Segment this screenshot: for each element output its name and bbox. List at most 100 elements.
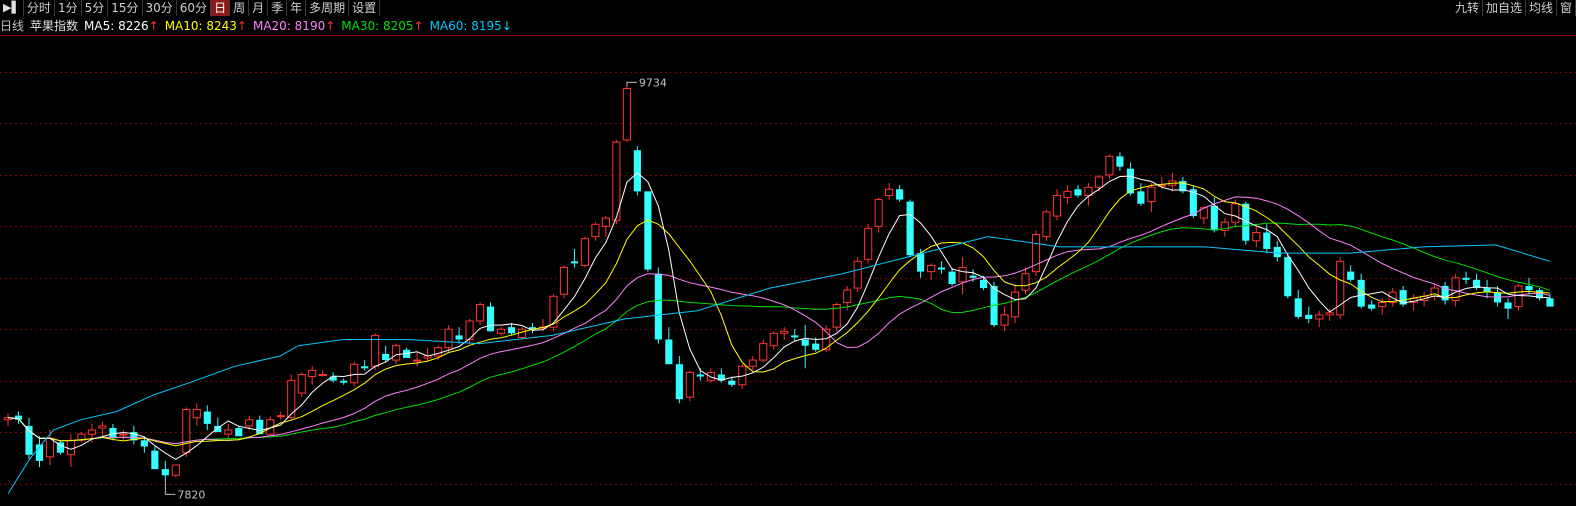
- candle: [3, 413, 13, 426]
- candle: [622, 86, 631, 142]
- candle: [1430, 283, 1439, 301]
- candle: [45, 430, 55, 466]
- candle-body: [340, 380, 348, 383]
- candle-body: [1074, 189, 1082, 196]
- candle-body: [885, 188, 894, 196]
- candle: [77, 432, 86, 443]
- candle-body: [66, 439, 76, 456]
- candle: [528, 323, 537, 334]
- ma30-line: [7, 222, 1551, 445]
- candle: [318, 370, 327, 377]
- candle: [685, 370, 694, 402]
- candle-body: [1231, 203, 1240, 223]
- candle: [465, 318, 474, 344]
- candle-body: [896, 189, 904, 200]
- candle: [308, 366, 317, 385]
- candle-body: [1052, 194, 1062, 217]
- candle: [1168, 172, 1177, 192]
- candle-body: [1273, 246, 1281, 258]
- candle: [203, 405, 211, 431]
- candle: [1546, 294, 1554, 307]
- candle: [633, 146, 641, 196]
- candle-body: [580, 238, 590, 266]
- candle-body: [161, 469, 169, 476]
- candle: [1347, 265, 1355, 282]
- candle-body: [644, 191, 652, 270]
- candle: [864, 224, 873, 264]
- candle: [1441, 281, 1449, 305]
- candle-body: [413, 359, 422, 362]
- candle: [1031, 230, 1041, 276]
- candle: [1483, 279, 1491, 299]
- candle-body: [276, 415, 285, 418]
- candle: [1179, 176, 1187, 194]
- candle: [507, 323, 516, 336]
- candle: [958, 257, 967, 295]
- candle: [1021, 267, 1030, 295]
- candle: [601, 216, 610, 237]
- candle: [1105, 154, 1114, 180]
- candle-body: [780, 330, 789, 334]
- candle-body: [455, 335, 463, 340]
- candle: [161, 460, 169, 480]
- candle-body: [151, 450, 159, 470]
- candle: [66, 434, 76, 468]
- candle-body: [622, 87, 631, 141]
- candle: [475, 302, 485, 326]
- candle: [382, 345, 390, 363]
- candle-body: [801, 339, 809, 346]
- candle: [171, 464, 180, 478]
- candle-body: [591, 223, 600, 238]
- candle: [98, 421, 107, 437]
- candle: [1116, 152, 1124, 171]
- candle-body: [979, 279, 988, 289]
- candle-body: [1347, 271, 1355, 280]
- candle-body: [759, 343, 768, 361]
- candle: [885, 183, 894, 200]
- candlestick-chart[interactable]: 9734 7820: [0, 0, 1576, 506]
- candle: [644, 191, 652, 272]
- candle: [1147, 183, 1156, 212]
- candle: [938, 261, 946, 274]
- candle-body: [1514, 285, 1523, 308]
- ma20-line: [7, 196, 1551, 445]
- candle-body: [297, 373, 306, 394]
- candle-body: [224, 429, 233, 435]
- candle-body: [486, 306, 495, 332]
- candle: [675, 355, 683, 404]
- candle: [297, 372, 306, 398]
- candle: [1252, 226, 1261, 247]
- candle: [192, 403, 201, 426]
- candle-body: [812, 343, 820, 350]
- high-marker: [626, 81, 637, 87]
- candle-body: [361, 366, 369, 369]
- candle-body: [182, 408, 191, 454]
- candle-body: [906, 201, 914, 256]
- candle-body: [444, 328, 453, 349]
- candle: [1052, 189, 1062, 221]
- candle: [1514, 283, 1523, 311]
- candle: [35, 436, 44, 468]
- candle: [444, 325, 453, 352]
- candle: [927, 263, 936, 280]
- candle-body: [434, 347, 443, 357]
- candle: [874, 197, 883, 233]
- candle-body: [1210, 205, 1218, 231]
- low-label: 7820: [177, 488, 205, 501]
- candle: [1409, 294, 1418, 311]
- candle-body: [192, 408, 201, 419]
- candle: [559, 265, 569, 299]
- candle: [1063, 185, 1072, 204]
- candle: [1368, 300, 1376, 311]
- candle: [665, 327, 673, 365]
- candle: [1399, 286, 1407, 307]
- candle-body: [1462, 277, 1470, 280]
- candle: [276, 411, 285, 420]
- candle-body: [570, 261, 579, 264]
- candle: [413, 351, 422, 367]
- candle-body: [1294, 298, 1302, 317]
- candle-body: [874, 199, 883, 227]
- candle: [361, 360, 369, 371]
- candle-body: [864, 227, 873, 260]
- candle-body: [318, 373, 327, 376]
